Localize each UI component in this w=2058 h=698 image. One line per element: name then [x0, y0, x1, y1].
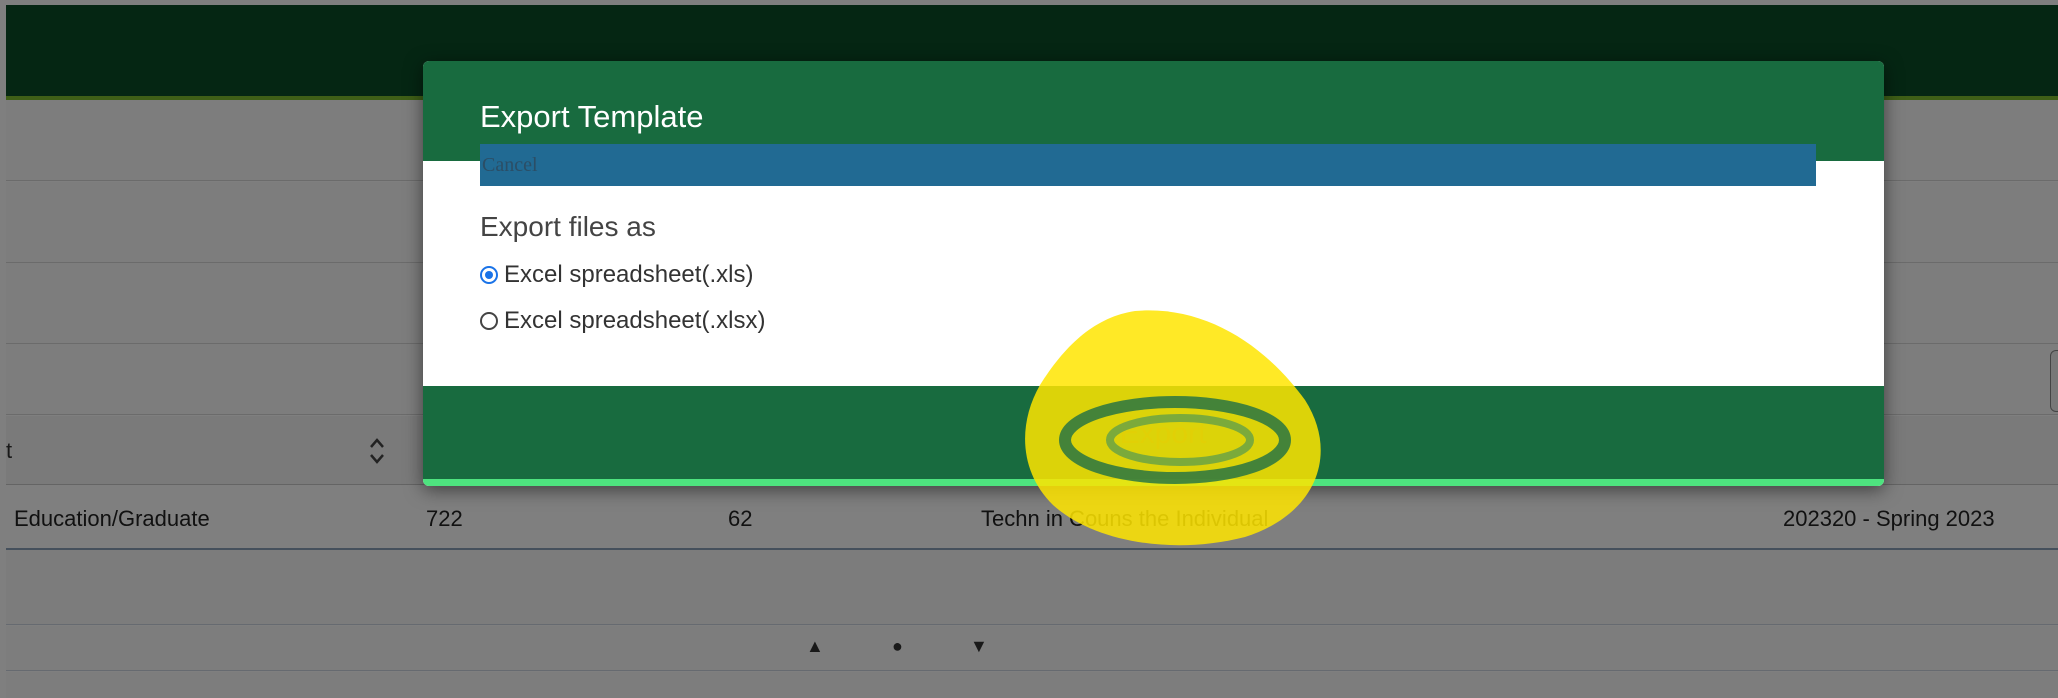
option-xls-label: Excel spreadsheet(.xls)	[504, 261, 754, 288]
radio-unselected-icon[interactable]	[480, 312, 498, 330]
dialog-title: Export Template	[480, 99, 704, 134]
cancel-button[interactable]: Cancel	[480, 144, 1816, 186]
export-template-dialog: Export Template Cancel Export files as E…	[423, 61, 1884, 486]
export-files-as-label: Export files as	[480, 211, 656, 242]
export-button[interactable]: Export	[1083, 414, 1243, 454]
dialog-footer: Export	[423, 386, 1884, 479]
option-xlsx[interactable]: Excel spreadsheet(.xlsx)	[480, 307, 765, 335]
dialog-footer-accent	[423, 479, 1884, 486]
option-xls[interactable]: Excel spreadsheet(.xls)	[480, 261, 753, 289]
radio-selected-icon[interactable]	[480, 266, 498, 284]
option-xlsx-label: Excel spreadsheet(.xlsx)	[504, 307, 766, 334]
